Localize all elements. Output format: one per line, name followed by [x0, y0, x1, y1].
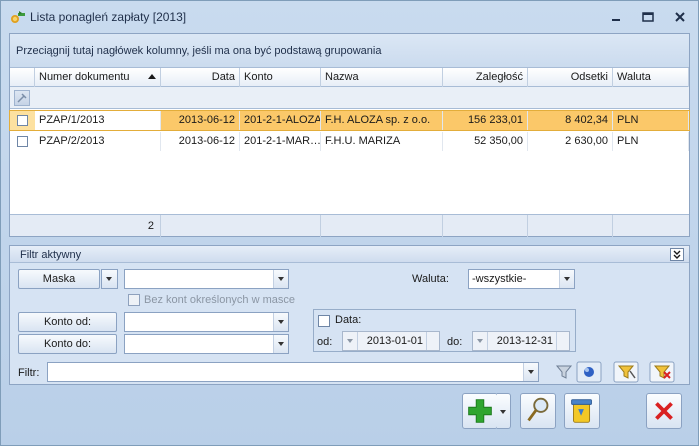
column-headers: Numer dokumentu Data Konto Nazwa Zaległo…	[10, 68, 689, 87]
header-waluta[interactable]: Waluta	[613, 68, 689, 87]
maska-button[interactable]: Maska	[18, 269, 100, 289]
bez-kont-checkbox[interactable]	[128, 294, 140, 306]
column-filter-row[interactable]	[10, 87, 689, 109]
header-zaleglosc[interactable]: Zaległość	[443, 68, 528, 87]
row-checkbox[interactable]	[17, 136, 28, 147]
close-button[interactable]	[646, 393, 682, 429]
date-to-field[interactable]: 2013-12-31	[472, 331, 570, 351]
chevron-down-icon[interactable]	[273, 335, 288, 353]
cell-waluta: PLN	[613, 111, 689, 130]
row-checkbox[interactable]	[17, 115, 28, 126]
cell-konto: 201-2-1-ALOZA	[240, 111, 321, 130]
chevron-down-icon[interactable]	[559, 270, 574, 288]
cell-waluta: PLN	[613, 132, 689, 151]
maska-dropdown-button[interactable]	[101, 269, 118, 289]
cell-zaleglosc: 156 233,01	[443, 111, 528, 130]
konto-od-combo[interactable]	[124, 312, 289, 332]
filter-panel: Filtr aktywny Maska Bez kont określonych…	[9, 245, 690, 385]
sort-ascending-icon	[148, 74, 156, 79]
header-checkbox-col	[10, 68, 35, 87]
waluta-select[interactable]: -wszystkie-	[468, 269, 575, 289]
cell-numer: PZAP/2/2013	[35, 132, 161, 151]
cell-data: 2013-06-12	[161, 132, 240, 151]
konto-od-button[interactable]: Konto od:	[18, 312, 117, 332]
cell-nazwa: F.H. ALOZA sp. z o.o.	[321, 111, 443, 130]
payment-reminder-icon	[11, 11, 25, 23]
header-label: Numer dokumentu	[39, 71, 130, 83]
filter-panel-header: Filtr aktywny	[10, 246, 689, 263]
konto-do-button[interactable]: Konto do:	[18, 334, 117, 354]
documents-grid: Przeciągnij tutaj nagłówek kolumny, jeśl…	[9, 33, 690, 237]
chevron-down-icon[interactable]	[273, 270, 288, 288]
filter-funnel-icon[interactable]	[551, 361, 577, 383]
plus-icon	[468, 399, 492, 423]
close-window-icon[interactable]	[671, 9, 689, 25]
date-from-field[interactable]: 2013-01-01	[342, 331, 440, 351]
apply-filter-icon[interactable]	[576, 361, 602, 383]
cell-zaleglosc: 52 350,00	[443, 132, 528, 151]
date-range-group: Data: od: 2013-01-01 do: 2013-12-31	[313, 309, 576, 352]
trash-bin-icon	[571, 399, 592, 423]
cell-numer: PZAP/1/2013	[35, 111, 161, 130]
cell-odsetki: 8 402,34	[528, 111, 613, 130]
date-to-value: 2013-12-31	[496, 335, 553, 347]
record-count: 2	[147, 220, 154, 232]
bez-kont-label: Bez kont określonych w masce	[144, 294, 296, 306]
delete-button[interactable]	[564, 393, 600, 429]
cell-konto: 201-2-1-MAR…	[240, 132, 321, 151]
main-window: Lista ponagleń zapłaty [2013] Przeciągni…	[0, 0, 699, 446]
filtr-input[interactable]	[47, 362, 539, 382]
title-bar: Lista ponagleń zapłaty [2013]	[1, 1, 698, 31]
calendar-dropdown-icon[interactable]	[343, 332, 358, 350]
data-checkbox[interactable]	[318, 315, 330, 327]
header-konto[interactable]: Konto	[240, 68, 321, 87]
spinner-icon[interactable]	[556, 332, 569, 350]
data-label: Data:	[335, 314, 362, 326]
filtr-label: Filtr:	[18, 367, 40, 379]
table-row[interactable]: PZAP/2/2013 2013-06-12 201-2-1-MAR… F.H.…	[10, 132, 689, 151]
header-numer-dokumentu[interactable]: Numer dokumentu	[35, 68, 161, 87]
filter-row-pin-icon[interactable]	[14, 90, 30, 106]
cell-data: 2013-06-12	[161, 111, 240, 130]
preview-button[interactable]	[520, 393, 556, 429]
header-data[interactable]: Data	[161, 68, 240, 87]
magnifier-icon	[527, 397, 549, 422]
date-from-value: 2013-01-01	[366, 335, 423, 347]
grid-summary-row: 2	[10, 214, 689, 237]
add-dropdown-button[interactable]	[497, 393, 511, 429]
cell-nazwa: F.H.U. MARIZA	[321, 132, 443, 151]
waluta-value: -wszystkie-	[472, 273, 527, 285]
clear-filter-icon[interactable]	[649, 361, 675, 383]
chevron-down-icon[interactable]	[523, 363, 538, 381]
close-x-icon	[655, 402, 673, 420]
calendar-dropdown-icon[interactable]	[473, 332, 488, 350]
header-odsetki[interactable]: Odsetki	[528, 68, 613, 87]
spinner-icon[interactable]	[426, 332, 439, 350]
window-title: Lista ponagleń zapłaty [2013]	[30, 10, 187, 24]
maska-combo[interactable]	[124, 269, 289, 289]
group-by-area[interactable]: Przeciągnij tutaj nagłówek kolumny, jeśl…	[10, 34, 689, 68]
filter-active-label: Filtr aktywny	[20, 249, 82, 261]
table-row[interactable]: PZAP/1/2013 2013-06-12 201-2-1-ALOZA F.H…	[9, 110, 690, 131]
waluta-label: Waluta:	[412, 273, 449, 285]
chevron-down-icon[interactable]	[273, 313, 288, 331]
add-button[interactable]	[462, 393, 498, 429]
od-label: od:	[317, 336, 333, 348]
minimize-icon[interactable]	[607, 9, 625, 25]
konto-do-combo[interactable]	[124, 334, 289, 354]
collapse-icon[interactable]	[670, 248, 684, 261]
cell-odsetki: 2 630,00	[528, 132, 613, 151]
header-nazwa[interactable]: Nazwa	[321, 68, 443, 87]
maximize-icon[interactable]	[639, 9, 657, 25]
filter-wizard-icon[interactable]	[613, 361, 639, 383]
do-label: do:	[447, 336, 463, 348]
group-hint-text: Przeciągnij tutaj nagłówek kolumny, jeśl…	[16, 45, 382, 57]
